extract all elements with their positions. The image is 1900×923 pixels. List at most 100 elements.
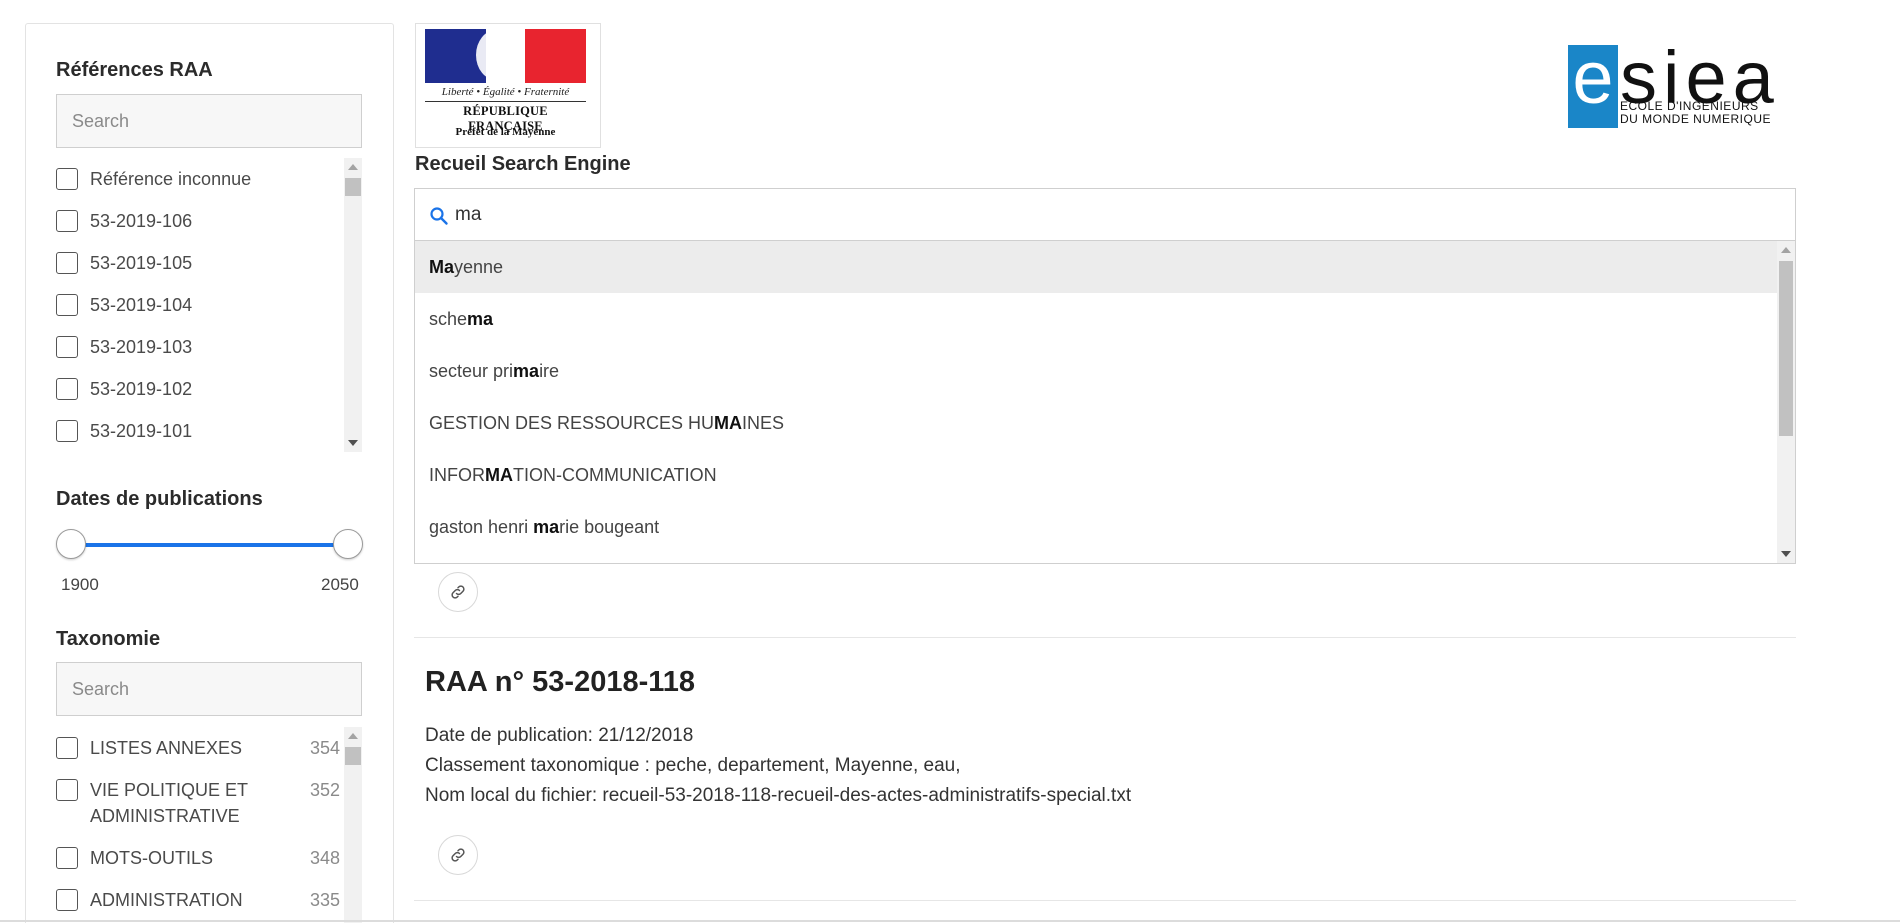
link-icon (451, 848, 465, 862)
date-range-max-handle[interactable] (333, 529, 363, 559)
raa-list-item[interactable]: Référence inconnue (56, 158, 362, 200)
link-icon (451, 585, 465, 599)
suggestion-post: TION-COMMUNICATION (513, 465, 717, 485)
taxonomy-checkbox[interactable] (56, 737, 78, 759)
taxonomy-item-count: 335 (309, 890, 340, 910)
raa-checkbox[interactable] (56, 420, 78, 442)
dropdown-scroll-thumb[interactable] (1779, 261, 1793, 436)
dropdown-scrollbar[interactable] (1777, 241, 1795, 563)
rf-motto: Liberté • Égalité • Fraternité (441, 86, 570, 98)
republique-francaise-logo: Liberté • Égalité • Fraternité RÉPUBLIQU… (415, 23, 601, 148)
suggestion-pre: sche (429, 309, 468, 329)
raa-checkbox[interactable] (56, 294, 78, 316)
marianne-icon (476, 30, 516, 80)
taxonomy-item-label: VIE POLITIQUE ET ADMINISTRATIVE (90, 780, 248, 826)
raa-list-item[interactable]: 53-2019-106 (56, 200, 362, 242)
scroll-up-icon[interactable] (1781, 247, 1791, 253)
suggestion-match: ma (513, 361, 540, 381)
esiea-logo: e siea ECOLE D'INGENIEURS DU MONDE NUMER… (1568, 36, 1778, 129)
date-range-min-label: 1900 (61, 575, 99, 594)
taxonomy-list: LISTES ANNEXES 354 VIE POLITIQUE ET ADMINI… (56, 727, 362, 923)
suggestion-pre: secteur pri (429, 361, 514, 381)
raa-item-label: 53-2019-101 (90, 420, 193, 441)
result-divider (414, 637, 1796, 638)
taxonomy-item-label: LISTES ANNEXES (90, 738, 243, 758)
main-search-input[interactable] (455, 189, 1755, 240)
taxonomy-scroll-thumb[interactable] (345, 747, 361, 765)
autocomplete-suggestion[interactable]: INFORMATION-COMMUNICATION (415, 449, 1795, 501)
taxonomy-list-item[interactable]: ADMINISTRATION 335 (56, 879, 362, 921)
rf-prefecture: Préfet de la Mayenne (455, 126, 556, 138)
autocomplete-suggestion[interactable]: schema (415, 293, 1795, 345)
result-link-button[interactable] (438, 835, 478, 875)
taxonomy-item-label: MOTS-OUTILS (90, 848, 214, 868)
taxonomy-scrollbar[interactable] (344, 727, 362, 923)
suggestion-pre: GESTION DES RESSOURCES HU (429, 413, 715, 433)
date-range-min-handle[interactable] (56, 529, 86, 559)
filters-sidebar: Références RAA Référence inconnue 53-2019… (25, 23, 394, 923)
taxonomy-item-count: 348 (309, 848, 340, 868)
taxonomy-checkbox[interactable] (56, 779, 78, 801)
autocomplete-suggestion[interactable]: secteur primaire (415, 345, 1795, 397)
autocomplete-suggestion[interactable]: GESTION DES RESSOURCES HUMAINES (415, 397, 1795, 449)
raa-list-item[interactable]: 53-2019-104 (56, 284, 362, 326)
raa-list-item[interactable]: 53-2019-101 (56, 410, 362, 452)
date-range-max-label: 2050 (321, 575, 359, 594)
suggestion-pre: INFOR (429, 465, 485, 485)
raa-item-label: 53-2019-105 (90, 252, 193, 273)
result-taxonomy: Classement taxonomique : peche, departem… (425, 755, 961, 776)
suggestion-match: MA (714, 413, 743, 433)
taxonomy-list-item[interactable]: MOTS-OUTILS 348 (56, 837, 362, 879)
main-search-box[interactable] (414, 188, 1796, 241)
dates-section-title: Dates de publications (56, 488, 263, 510)
raa-checkbox[interactable] (56, 252, 78, 274)
result-link-button[interactable] (438, 572, 478, 612)
search-icon (430, 207, 448, 225)
raa-list: Référence inconnue 53-2019-106 53-2019-105… (56, 158, 362, 452)
result-filename: Nom local du fichier: recueil-53-2018-11… (425, 785, 1132, 806)
raa-list-item[interactable]: 53-2019-103 (56, 326, 362, 368)
taxonomy-item-count: 354 (309, 738, 340, 758)
raa-checkbox[interactable] (56, 378, 78, 400)
result-divider (414, 900, 1796, 901)
scroll-down-icon[interactable] (348, 440, 358, 446)
suggestion-post: rie bougeant (559, 517, 660, 537)
raa-search-input[interactable] (56, 94, 362, 148)
autocomplete-suggestion[interactable]: gaston henri marie bougeant (415, 501, 1795, 553)
raa-checkbox[interactable] (56, 336, 78, 358)
taxonomy-checkbox[interactable] (56, 847, 78, 869)
raa-item-label: 53-2019-102 (90, 378, 193, 399)
raa-scrollbar[interactable] (344, 158, 362, 452)
suggestion-post: ire (539, 361, 560, 381)
taxonomy-section-title: Taxonomie (56, 628, 161, 650)
suggestion-pre: gaston henri (429, 517, 534, 537)
raa-list-item[interactable]: 53-2019-105 (56, 242, 362, 284)
taxonomy-search-input[interactable] (56, 662, 362, 716)
suggestion-match: ma (533, 517, 560, 537)
suggestion-match: MA (485, 465, 513, 485)
result-title: RAA n° 53-2018-118 (425, 666, 696, 698)
raa-checkbox[interactable] (56, 168, 78, 190)
raa-checkbox[interactable] (56, 210, 78, 232)
autocomplete-suggestion[interactable]: Mayenne (415, 241, 1795, 293)
scroll-up-icon[interactable] (348, 733, 358, 739)
raa-item-label: 53-2019-104 (90, 294, 193, 315)
taxonomy-list-item[interactable]: LISTES ANNEXES 354 (56, 727, 362, 769)
scroll-up-icon[interactable] (348, 164, 358, 170)
taxonomy-checkbox[interactable] (56, 889, 78, 911)
suggestion-match: Ma (429, 257, 455, 277)
raa-item-label: 53-2019-103 (90, 336, 193, 357)
taxonomy-item-count: 352 (309, 780, 340, 800)
raa-section-title: Références RAA (56, 59, 213, 81)
scroll-down-icon[interactable] (1781, 551, 1791, 557)
suggestion-post: yenne (454, 257, 504, 277)
raa-scroll-thumb[interactable] (345, 178, 361, 196)
taxonomy-item-label: ADMINISTRATION (90, 890, 243, 910)
taxonomy-list-item[interactable]: VIE POLITIQUE ET ADMINISTRATIVE 352 (56, 769, 362, 837)
date-range-track[interactable] (70, 543, 348, 547)
result-date: Date de publication: 21/12/2018 (425, 725, 694, 746)
raa-item-label: 53-2019-106 (90, 210, 193, 231)
suggestion-post: INES (742, 413, 785, 433)
app-title: Recueil Search Engine (415, 153, 631, 175)
raa-list-item[interactable]: 53-2019-102 (56, 368, 362, 410)
